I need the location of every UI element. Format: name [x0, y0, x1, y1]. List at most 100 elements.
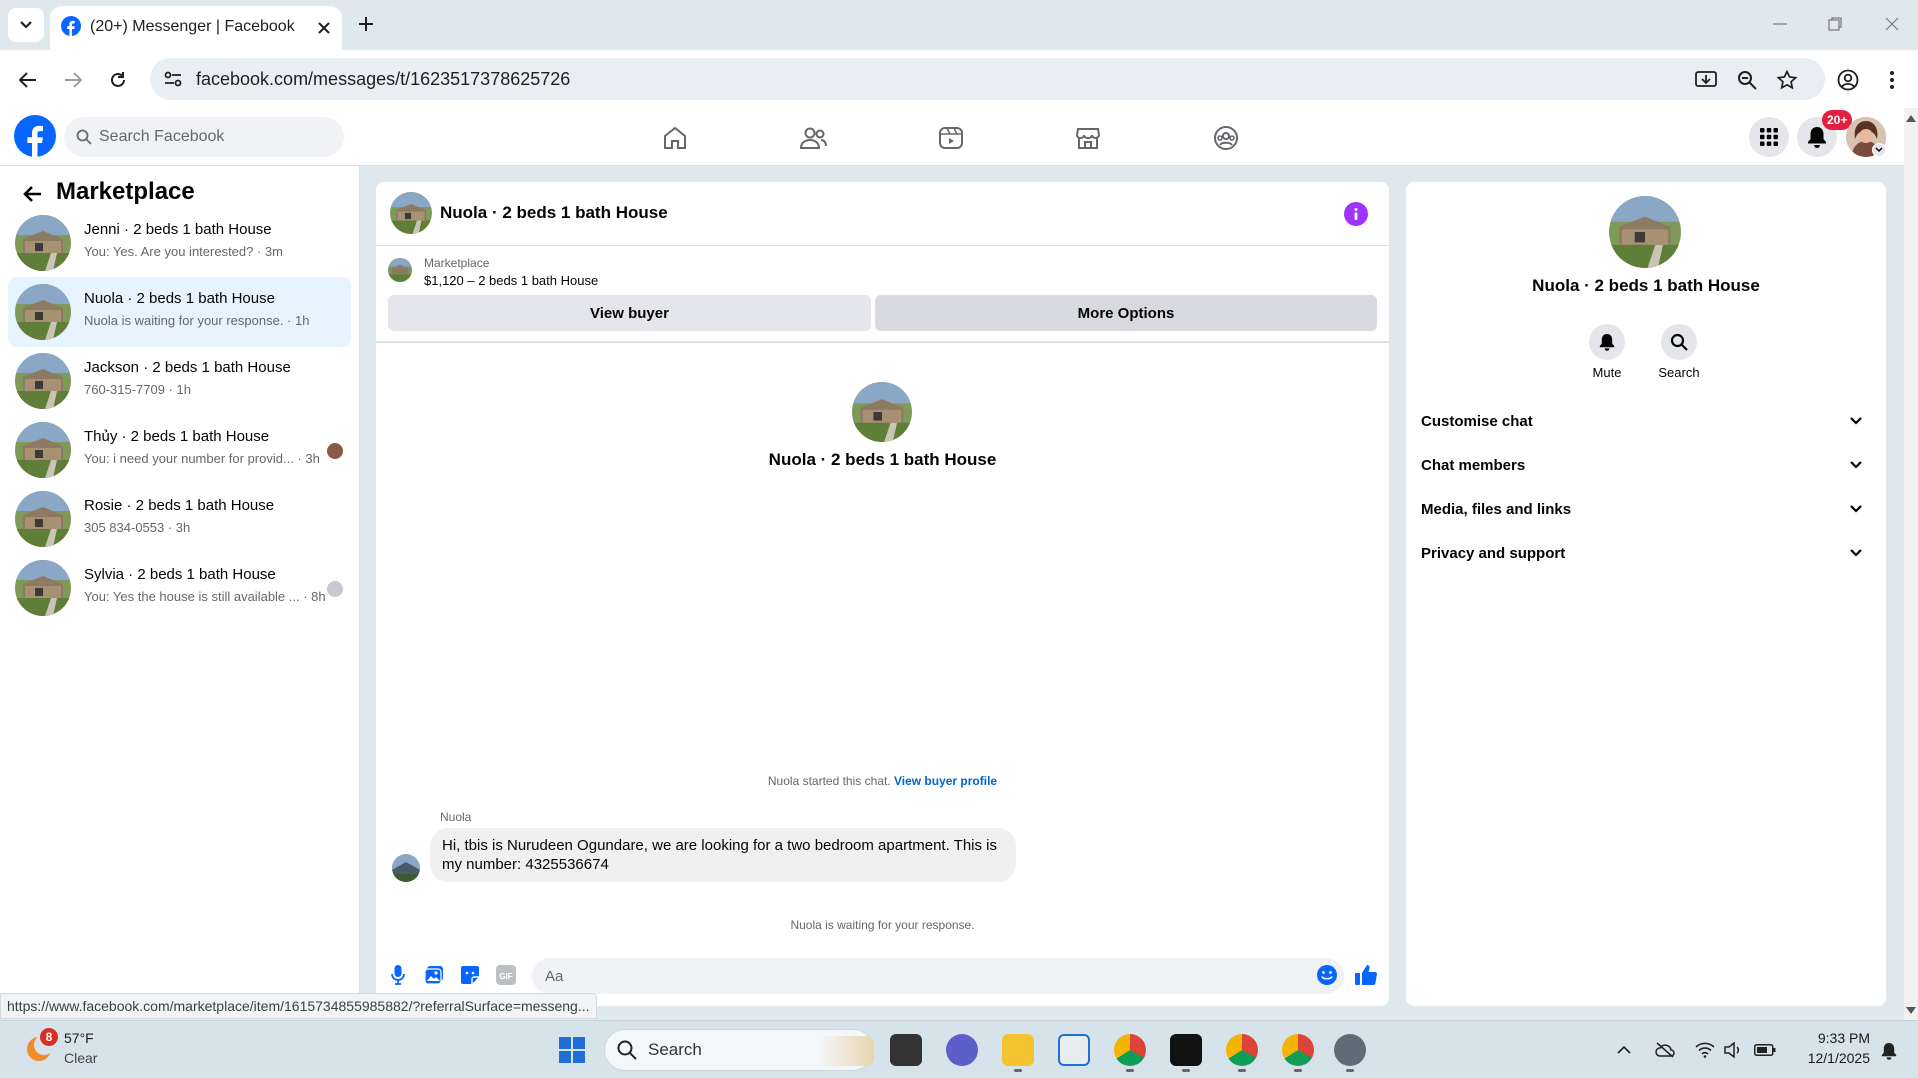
- teams-chat-app-icon[interactable]: [946, 1034, 978, 1066]
- snipping-tool-app-icon[interactable]: [1058, 1034, 1090, 1066]
- conversation-avatar: [15, 284, 71, 340]
- conversation-item[interactable]: Jackson · 2 beds 1 bath House 760-315-770…: [8, 346, 351, 416]
- facebook-logo-icon[interactable]: [14, 115, 56, 157]
- conversation-item[interactable]: Thủy · 2 beds 1 bath House You: i need yo…: [8, 415, 351, 485]
- friends-nav-icon[interactable]: [798, 123, 828, 153]
- chat-started-note: Nuola started this chat. View buyer prof…: [376, 774, 1389, 788]
- running-indicator: [1238, 1069, 1246, 1072]
- url-text[interactable]: facebook.com/messages/t/1623517378625726: [196, 69, 570, 90]
- close-window-icon[interactable]: [1880, 12, 1904, 36]
- chevron-down-icon: [1849, 415, 1863, 427]
- weather-badge: 8: [40, 1028, 58, 1046]
- search-icon: [1670, 333, 1688, 351]
- conversation-item[interactable]: Nuola · 2 beds 1 bath House Nuola is wait…: [8, 277, 351, 347]
- settings-app-icon[interactable]: [1334, 1034, 1366, 1066]
- video-nav-icon[interactable]: [936, 123, 966, 153]
- gif-icon[interactable]: GIF: [494, 962, 518, 988]
- tab-search-button[interactable]: [8, 8, 44, 42]
- back-arrow-icon[interactable]: [18, 180, 46, 208]
- site-info-icon[interactable]: [162, 68, 184, 90]
- scroll-up-icon[interactable]: [1905, 112, 1917, 124]
- windows-start-icon[interactable]: [556, 1034, 588, 1066]
- bookmark-star-icon[interactable]: [1773, 66, 1801, 94]
- weather-widget[interactable]: 8: [24, 1028, 58, 1064]
- taskview-app-icon[interactable]: [890, 1034, 922, 1066]
- chrome-app-icon[interactable]: [1114, 1034, 1146, 1066]
- chat-profile-avatar[interactable]: [852, 382, 912, 442]
- conversation-snippet: 760-315-7709 · 1h: [84, 382, 191, 397]
- back-arrow-icon[interactable]: [14, 66, 42, 94]
- taskbar-search-label: Search: [648, 1040, 702, 1059]
- notification-center-bell-icon[interactable]: [1878, 1040, 1900, 1062]
- install-app-icon[interactable]: [1692, 66, 1720, 94]
- mute-button[interactable]: [1589, 324, 1625, 360]
- menu-grid-button[interactable]: [1749, 117, 1789, 157]
- running-indicator: [1294, 1069, 1302, 1072]
- chat-header-avatar[interactable]: [390, 192, 432, 234]
- wifi-icon[interactable]: [1694, 1040, 1716, 1060]
- volume-icon[interactable]: [1722, 1040, 1744, 1060]
- sender-avatar[interactable]: [392, 854, 420, 882]
- listing-price-title[interactable]: $1,120 – 2 beds 1 bath House: [424, 273, 598, 288]
- listing-thumbnail[interactable]: [388, 258, 412, 282]
- capcut-app-icon[interactable]: [1170, 1034, 1202, 1066]
- media-files-links-section[interactable]: Media, files and links: [1421, 491, 1871, 527]
- scroll-down-icon[interactable]: [1905, 1004, 1917, 1016]
- photo-icon[interactable]: [422, 962, 446, 988]
- new-tab-icon[interactable]: [354, 12, 378, 36]
- groups-nav-icon[interactable]: [1211, 123, 1241, 153]
- conversation-details-panel: [1406, 182, 1886, 1006]
- page-scrollbar[interactable]: [1904, 108, 1918, 1020]
- conversation-item[interactable]: Sylvia · 2 beds 1 bath House You: Yes the…: [8, 553, 351, 623]
- browser-menu-icon[interactable]: [1880, 66, 1904, 94]
- battery-icon[interactable]: [1752, 1040, 1778, 1060]
- microphone-icon[interactable]: [386, 962, 410, 988]
- cloud-offline-icon[interactable]: [1654, 1040, 1676, 1060]
- message-input[interactable]: [532, 958, 1344, 994]
- home-nav-icon[interactable]: [660, 123, 690, 153]
- thumbs-up-icon[interactable]: [1352, 961, 1380, 989]
- forward-arrow-icon[interactable]: [59, 66, 87, 94]
- chat-title[interactable]: Nuola · 2 beds 1 bath House: [440, 203, 668, 223]
- conversation-info-icon[interactable]: [1344, 202, 1368, 226]
- more-options-button[interactable]: More Options: [875, 295, 1377, 331]
- show-hidden-icons-icon[interactable]: [1614, 1040, 1634, 1060]
- sticker-icon[interactable]: [458, 962, 482, 988]
- conversation-title: Thủy · 2 beds 1 bath House: [84, 428, 270, 445]
- panel-title: Marketplace: [56, 178, 195, 205]
- browser-tab[interactable]: (20+) Messenger | Facebook: [50, 6, 342, 50]
- privacy-support-section[interactable]: Privacy and support: [1421, 535, 1871, 571]
- clock-date[interactable]: 12/1/2025: [1780, 1050, 1870, 1066]
- conversation-avatar: [15, 215, 71, 271]
- facebook-search-placeholder: Search Facebook: [99, 128, 225, 145]
- chrome-profile-2-app-icon[interactable]: [1282, 1034, 1314, 1066]
- profile-icon[interactable]: [1834, 66, 1862, 94]
- zoom-icon[interactable]: [1733, 66, 1761, 94]
- chat-members-section[interactable]: Chat members: [1421, 447, 1871, 483]
- clock-time[interactable]: 9:33 PM: [1780, 1030, 1870, 1046]
- message-bubble[interactable]: Hi, tbis is Nurudeen Ogundare, we are lo…: [430, 828, 1016, 882]
- reload-icon[interactable]: [104, 66, 132, 94]
- conversation-item[interactable]: Jenni · 2 beds 1 bath House You: Yes. Are…: [8, 208, 351, 278]
- weather-temperature[interactable]: 57°F: [64, 1030, 94, 1046]
- conversation-item[interactable]: Rosie · 2 beds 1 bath House 305 834-0553 …: [8, 484, 351, 554]
- view-buyer-button[interactable]: View buyer: [388, 295, 871, 331]
- search-in-chat-button[interactable]: [1661, 324, 1697, 360]
- close-tab-icon[interactable]: [314, 18, 334, 38]
- account-chevron-icon[interactable]: [1872, 143, 1886, 157]
- details-avatar[interactable]: [1609, 196, 1681, 268]
- marketplace-nav-icon[interactable]: [1073, 123, 1103, 153]
- bell-icon: [1599, 333, 1615, 351]
- customise-chat-section[interactable]: Customise chat: [1421, 403, 1871, 439]
- file-explorer-app-icon[interactable]: [1002, 1034, 1034, 1066]
- conversation-snippet: You: i need your number for provid... · …: [84, 451, 320, 466]
- emoji-icon[interactable]: [1315, 963, 1339, 987]
- weather-description[interactable]: Clear: [64, 1050, 97, 1066]
- running-indicator: [1014, 1069, 1022, 1072]
- status-bar-url: https://www.facebook.com/marketplace/ite…: [0, 993, 597, 1019]
- minimize-icon[interactable]: [1768, 12, 1792, 36]
- view-buyer-profile-link[interactable]: View buyer profile: [894, 774, 997, 788]
- restore-icon[interactable]: [1823, 12, 1847, 36]
- chrome-profile-app-icon[interactable]: [1226, 1034, 1258, 1066]
- chevron-down-icon: [1849, 459, 1863, 471]
